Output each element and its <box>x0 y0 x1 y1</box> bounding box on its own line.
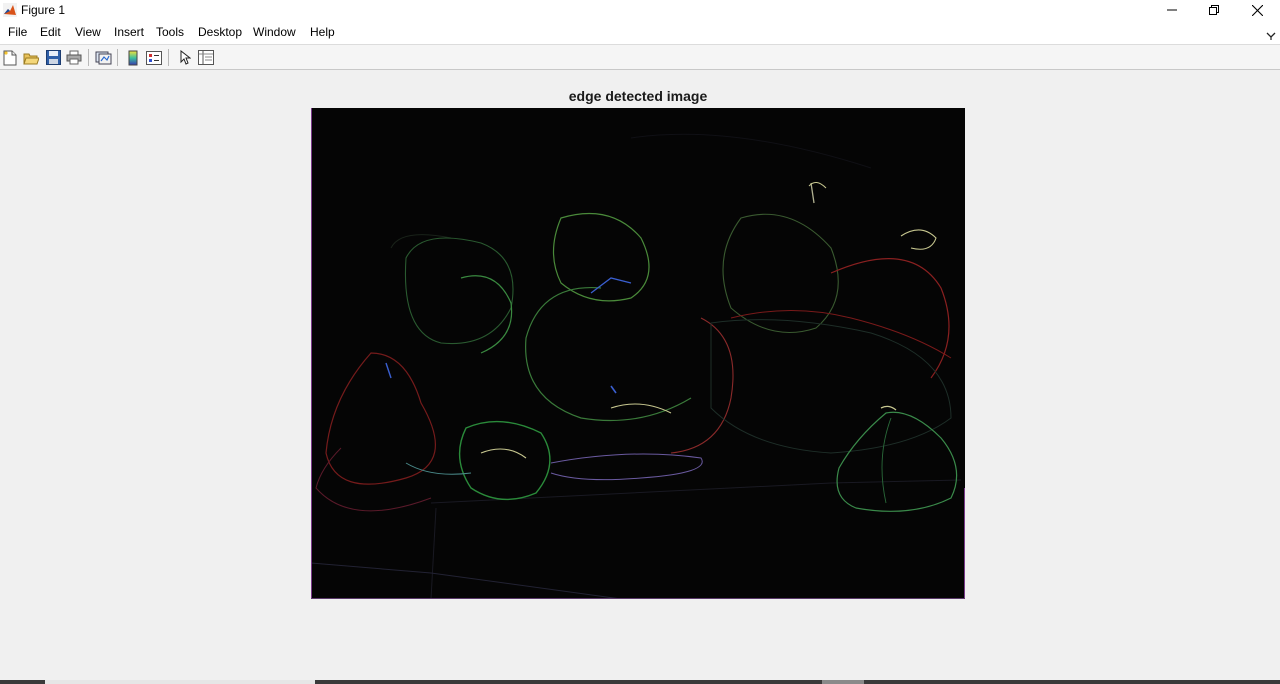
toolbar-separator <box>88 49 89 66</box>
toolbar-separator <box>117 49 118 66</box>
edge-image-render <box>311 108 965 599</box>
menu-help[interactable]: Help <box>309 25 336 39</box>
axes-title: edge detected image <box>568 88 708 104</box>
menu-bar: File Edit View Insert Tools Desktop Wind… <box>0 21 1280 44</box>
menu-desktop[interactable]: Desktop <box>197 25 243 39</box>
save-button[interactable] <box>44 49 62 66</box>
figure-canvas[interactable]: edge detected image <box>0 70 1280 680</box>
minimize-button[interactable] <box>1150 0 1194 20</box>
figure-toolbar <box>0 44 1280 70</box>
menu-tools[interactable]: Tools <box>155 25 185 39</box>
window-title: Figure 1 <box>21 3 66 17</box>
open-file-icon <box>23 53 39 64</box>
open-file-button[interactable] <box>22 49 40 66</box>
save-icon <box>45 50 61 65</box>
link-plot-button[interactable] <box>94 49 112 66</box>
colorbar-icon <box>128 50 138 65</box>
restore-icon <box>1209 5 1219 15</box>
print-button[interactable] <box>65 49 83 66</box>
bottom-scrollbar[interactable] <box>0 680 1280 684</box>
menu-file[interactable]: File <box>7 25 28 39</box>
restore-button[interactable] <box>1192 0 1236 20</box>
edit-plot-icon <box>180 50 191 65</box>
menu-view[interactable]: View <box>74 25 102 39</box>
legend-button[interactable] <box>145 49 163 66</box>
edit-plot-button[interactable] <box>176 49 194 66</box>
print-icon <box>66 50 82 65</box>
edge-detected-image[interactable] <box>311 108 965 599</box>
scroll-segment <box>45 680 315 684</box>
new-figure-button[interactable] <box>1 49 19 66</box>
figure-window: Figure 1 File Edit View Insert Tools Des… <box>0 0 1280 684</box>
link-plot-icon <box>95 51 111 65</box>
dock-arrow-icon[interactable] <box>1266 28 1276 40</box>
matlab-logo-icon <box>3 3 17 17</box>
minimize-icon <box>1167 9 1177 11</box>
menu-insert[interactable]: Insert <box>113 25 145 39</box>
legend-icon <box>146 50 162 65</box>
close-button[interactable] <box>1235 0 1279 20</box>
menu-window[interactable]: Window <box>252 25 297 39</box>
property-inspector-button[interactable] <box>197 49 215 66</box>
toolbar-separator <box>168 49 169 66</box>
colorbar-button[interactable] <box>124 49 142 66</box>
property-inspector-icon <box>198 50 214 65</box>
new-figure-icon <box>3 50 17 65</box>
close-icon <box>1251 4 1263 16</box>
menu-edit[interactable]: Edit <box>39 25 62 39</box>
scroll-thumb[interactable] <box>822 680 864 684</box>
title-bar[interactable]: Figure 1 <box>0 0 1280 21</box>
